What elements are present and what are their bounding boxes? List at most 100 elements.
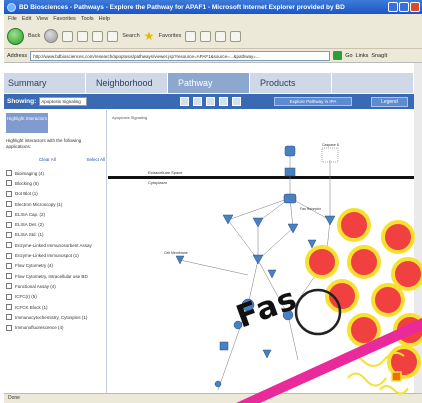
browser-window: BD Biosciences - Pathways - Explore the …	[4, 0, 422, 403]
list-item[interactable]: Functional Assay (4)	[6, 281, 104, 291]
explore-pathway-button[interactable]: Explore Pathway in IPA	[274, 97, 352, 106]
list-item[interactable]: Immunocytochemistry, Cytospins (1)	[6, 312, 104, 322]
go-arrow-icon[interactable]	[333, 51, 343, 60]
checkbox[interactable]	[6, 283, 12, 290]
list-item[interactable]: Immunofluorescence (4)	[6, 322, 104, 332]
snagit-button[interactable]: SnagIt	[371, 53, 387, 59]
list-item[interactable]: Dot Blot (1)	[6, 189, 104, 199]
mail-icon[interactable]	[200, 30, 212, 42]
checkbox[interactable]	[6, 211, 12, 218]
links-button[interactable]: Links	[356, 53, 369, 59]
favorites-button[interactable]: Favorites	[159, 33, 182, 39]
list-item[interactable]: ELISA Cap. (2)	[6, 209, 104, 219]
list-item-label: Dot Blot (1)	[15, 191, 38, 197]
list-item[interactable]: Electron Microscopy (1)	[6, 199, 104, 209]
fit-icon[interactable]	[206, 97, 215, 106]
menu-help[interactable]: Help	[99, 16, 110, 22]
list-item-label: ELISA Std. (1)	[15, 232, 44, 238]
menu-edit[interactable]: Edit	[22, 16, 31, 22]
checkbox[interactable]	[6, 190, 12, 197]
pathway-node[interactable]	[324, 215, 336, 226]
forward-arrow-icon[interactable]	[44, 29, 59, 43]
pathway-node[interactable]	[252, 254, 264, 265]
pathway-node[interactable]	[267, 269, 277, 279]
zoom-out-icon[interactable]	[193, 97, 202, 106]
title-bar: BD Biosciences - Pathways - Explore the …	[4, 0, 422, 14]
list-item[interactable]: ICFCK Block (1)	[6, 302, 104, 312]
home-icon[interactable]	[92, 30, 104, 42]
menu-tools[interactable]: Tools	[81, 16, 94, 22]
pathway-node[interactable]	[262, 349, 272, 359]
highlight-panel: Highlight Interactors Highlight interact…	[4, 110, 107, 393]
print-icon[interactable]	[215, 30, 227, 42]
pathway-node[interactable]	[283, 193, 297, 204]
edit-icon[interactable]	[230, 30, 242, 42]
pathway-node[interactable]	[287, 223, 299, 234]
refresh-icon[interactable]	[77, 30, 89, 42]
favorites-star-icon[interactable]: ★	[144, 30, 155, 42]
checkbox[interactable]	[6, 304, 12, 310]
tab-neighborhood[interactable]: Neighborhood	[86, 73, 168, 93]
tab-pathway[interactable]: Pathway	[168, 73, 250, 93]
checkbox[interactable]	[6, 273, 12, 280]
pathway-node[interactable]	[214, 380, 222, 388]
pathway-canvas[interactable]: Apoptosis Signaling Extracellular Space …	[108, 110, 414, 393]
menu-file[interactable]: File	[8, 16, 17, 22]
tab-summary[interactable]: Summary	[4, 73, 86, 93]
tab-products[interactable]: Products	[250, 73, 332, 93]
pathway-diagram: Apoptosis Signaling Extracellular Space …	[108, 115, 414, 391]
maximize-icon[interactable]	[399, 2, 409, 12]
export-icon[interactable]	[232, 97, 241, 106]
pathway-select[interactable]: Apoptosis Signaling	[39, 97, 88, 106]
menu-view[interactable]: View	[36, 16, 48, 22]
checkbox[interactable]	[6, 324, 12, 331]
back-button[interactable]: Back	[28, 33, 40, 39]
complex-box[interactable]	[321, 147, 339, 163]
close-icon[interactable]	[410, 2, 420, 12]
clear-all-link[interactable]: Clear All	[39, 157, 56, 162]
print-pathway-icon[interactable]	[219, 97, 228, 106]
list-item[interactable]: Flow Cytometry (4)	[6, 261, 104, 271]
go-button[interactable]: Go	[345, 53, 352, 59]
pathway-node[interactable]	[284, 145, 296, 157]
pathway-node[interactable]	[219, 341, 229, 351]
checkbox[interactable]	[6, 262, 12, 269]
legend-button[interactable]: Legend	[371, 97, 408, 107]
checkbox[interactable]	[6, 252, 12, 259]
checkbox[interactable]	[6, 201, 12, 208]
select-all-link[interactable]: Select All	[86, 157, 105, 162]
list-item[interactable]: Flow Cytometry, Intracellular use BD	[6, 271, 104, 281]
checkbox[interactable]	[6, 231, 12, 238]
checkbox[interactable]	[6, 293, 12, 300]
pathway-node[interactable]	[307, 239, 317, 249]
search-icon[interactable]	[107, 30, 119, 42]
membrane-line	[108, 176, 414, 179]
list-item[interactable]: ICFC(r) (5)	[6, 292, 104, 302]
checkbox[interactable]	[6, 180, 12, 187]
list-item[interactable]: Enzyme-Linked Immunosorbent Assay	[6, 240, 104, 250]
list-item[interactable]: Bioimaging (4)	[6, 168, 104, 178]
pathway-node[interactable]	[252, 217, 264, 228]
list-item[interactable]: ELISA Det. (2)	[6, 219, 104, 229]
list-item[interactable]: ELISA Std. (1)	[6, 230, 104, 240]
pathway-node[interactable]	[320, 254, 332, 265]
checkbox[interactable]	[6, 242, 12, 249]
list-item-label: Enzyme-Linked Immunosorbent Assay	[15, 242, 92, 248]
checkbox[interactable]	[6, 170, 12, 177]
highlight-interactors-tab[interactable]: Highlight Interactors	[6, 113, 48, 133]
checkbox[interactable]	[6, 314, 12, 321]
list-item[interactable]: Enzyme-Linked Immunospot (1)	[6, 250, 104, 260]
stop-icon[interactable]	[62, 30, 74, 42]
list-item[interactable]: Blocking (5)	[6, 178, 104, 188]
pathway-node[interactable]	[175, 255, 185, 265]
history-icon[interactable]	[185, 30, 197, 42]
minimize-icon[interactable]	[388, 2, 398, 12]
pathway-node[interactable]	[284, 167, 296, 177]
back-arrow-icon[interactable]	[7, 27, 24, 45]
pathway-node[interactable]	[222, 214, 234, 225]
search-button[interactable]: Search	[122, 33, 139, 39]
zoom-in-icon[interactable]	[180, 97, 189, 106]
menu-favorites[interactable]: Favorites	[53, 16, 76, 22]
checkbox[interactable]	[6, 221, 12, 228]
address-input[interactable]: http://www.bdbiosciences.com/research/ap…	[30, 50, 331, 61]
